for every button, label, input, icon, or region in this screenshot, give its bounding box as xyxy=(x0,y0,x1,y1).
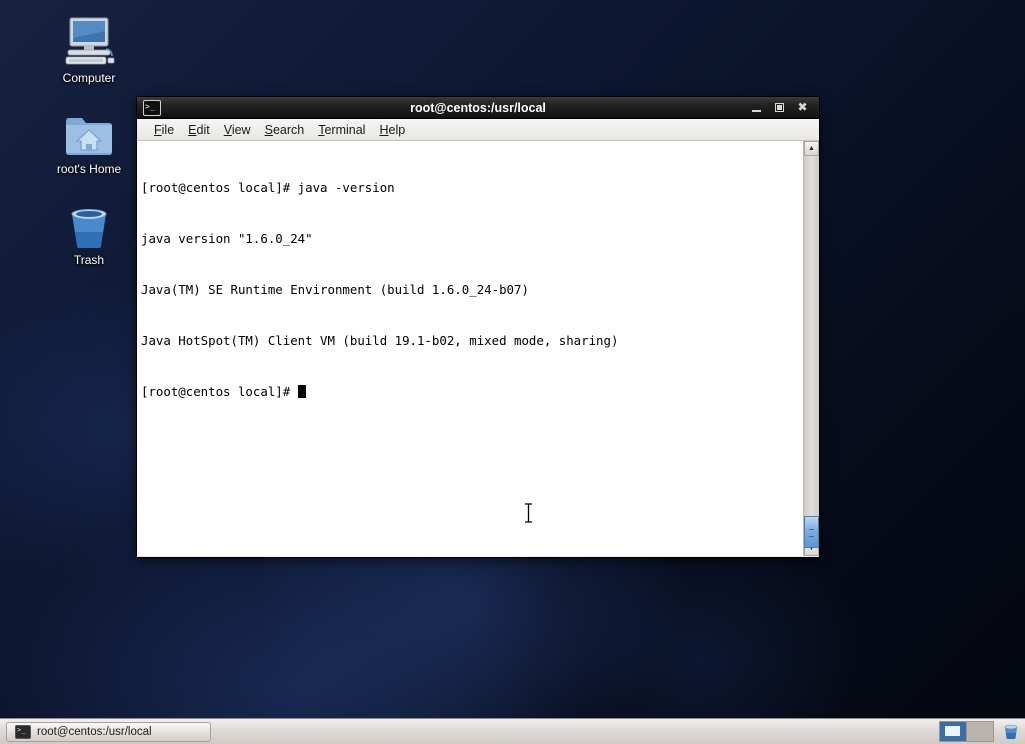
menu-view-rest: iew xyxy=(231,122,251,137)
desktop-icon-label: Computer xyxy=(62,71,116,85)
terminal-line: [root@centos local]# java -version xyxy=(141,180,395,195)
menu-help-rest: elp xyxy=(388,122,406,137)
system-tray xyxy=(939,721,1025,742)
terminal-output[interactable]: [root@centos local]# java -version java … xyxy=(137,141,803,556)
terminal-window[interactable]: root@centos:/usr/local ✖ File Edit View … xyxy=(136,96,820,558)
workspace-2[interactable] xyxy=(966,722,993,741)
menu-search-rest: earch xyxy=(272,122,305,137)
menu-search-mnemonic: S xyxy=(264,122,273,137)
taskbar: root@centos:/usr/local xyxy=(0,718,1025,744)
workspace-switcher[interactable] xyxy=(939,721,994,742)
desktop-icon-trash[interactable]: Trash xyxy=(30,192,148,269)
maximize-button[interactable] xyxy=(773,101,786,114)
trash-icon xyxy=(30,192,148,250)
menu-edit[interactable]: Edit xyxy=(181,121,217,139)
desktop[interactable]: Computer root's Home Trash >_ root@cento… xyxy=(0,0,1025,744)
terminal-body: [root@centos local]# java -version java … xyxy=(137,141,819,556)
close-button[interactable]: ✖ xyxy=(796,101,809,114)
menu-edit-rest: dit xyxy=(196,122,210,137)
scroll-up-button[interactable]: ▲ xyxy=(804,141,819,156)
workspace-1[interactable] xyxy=(940,722,966,741)
scrollbar-thumb[interactable] xyxy=(804,516,819,548)
minimize-button[interactable] xyxy=(750,101,763,114)
taskbar-window-button[interactable]: root@centos:/usr/local xyxy=(6,721,211,742)
desktop-icon-list: Computer root's Home Trash xyxy=(30,10,148,283)
desktop-icon-label: Trash xyxy=(73,253,105,267)
chevron-up-icon: ▲ xyxy=(808,145,815,152)
terminal-icon xyxy=(15,724,31,739)
window-title: root@centos:/usr/local xyxy=(410,100,546,115)
desktop-icon-computer[interactable]: Computer xyxy=(30,10,148,87)
menu-terminal-rest: erminal xyxy=(324,122,366,137)
window-titlebar[interactable]: root@centos:/usr/local ✖ xyxy=(137,97,819,119)
terminal-prompt-line: [root@centos local]# xyxy=(141,383,803,400)
menu-view[interactable]: View xyxy=(217,121,258,139)
menu-file[interactable]: File xyxy=(147,121,181,139)
window-controls: ✖ xyxy=(750,101,815,114)
menu-view-mnemonic: V xyxy=(223,122,232,137)
menu-help[interactable]: Help xyxy=(372,121,412,139)
menu-file-rest: ile xyxy=(161,122,175,137)
menu-bar: File Edit View Search Terminal Help xyxy=(137,119,819,141)
menu-file-mnemonic: F xyxy=(154,122,162,137)
scrollbar-track[interactable] xyxy=(804,156,819,548)
desktop-icon-home[interactable]: root's Home xyxy=(30,101,148,178)
terminal-cursor xyxy=(297,385,306,398)
taskbar-window-label: root@centos:/usr/local xyxy=(37,725,152,738)
home-folder-icon xyxy=(30,101,148,159)
menu-search[interactable]: Search xyxy=(258,121,312,139)
terminal-scrollbar[interactable]: ▲ ▼ xyxy=(803,141,819,556)
desktop-icon-label: root's Home xyxy=(56,162,122,176)
terminal-icon xyxy=(143,99,161,116)
menu-terminal[interactable]: Terminal xyxy=(311,121,372,139)
computer-icon xyxy=(30,10,148,68)
trash-applet-icon[interactable] xyxy=(1003,723,1019,740)
terminal-line: Java HotSpot(TM) Client VM (build 19.1-b… xyxy=(141,333,619,348)
menu-edit-mnemonic: E xyxy=(188,122,197,137)
menu-help-mnemonic: H xyxy=(379,122,389,137)
terminal-prompt: [root@centos local]# xyxy=(141,384,298,399)
terminal-line: java version "1.6.0_24" xyxy=(141,231,313,246)
terminal-line: Java(TM) SE Runtime Environment (build 1… xyxy=(141,282,529,297)
